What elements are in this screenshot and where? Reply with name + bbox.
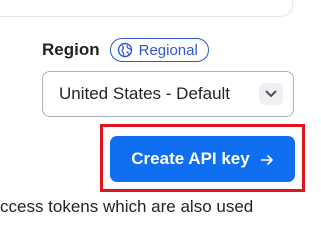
previous-card <box>0 0 293 17</box>
region-label: Region <box>42 40 100 59</box>
region-select[interactable]: United States - Default <box>42 71 294 117</box>
page: Region Regional United States - Default … <box>0 0 321 242</box>
regional-badge-label: Regional <box>138 41 198 59</box>
create-api-key-button[interactable]: Create API key <box>110 136 295 182</box>
globe-icon <box>117 42 133 58</box>
chevron-down-icon[interactable] <box>259 83 283 105</box>
region-header: Region Regional <box>42 37 209 63</box>
create-api-key-label: Create API key <box>131 149 250 168</box>
regional-badge: Regional <box>109 38 209 62</box>
description-text: ccess tokens which are also used <box>0 197 254 216</box>
arrow-right-icon <box>260 152 274 166</box>
region-select-value: United States - Default <box>59 84 231 103</box>
